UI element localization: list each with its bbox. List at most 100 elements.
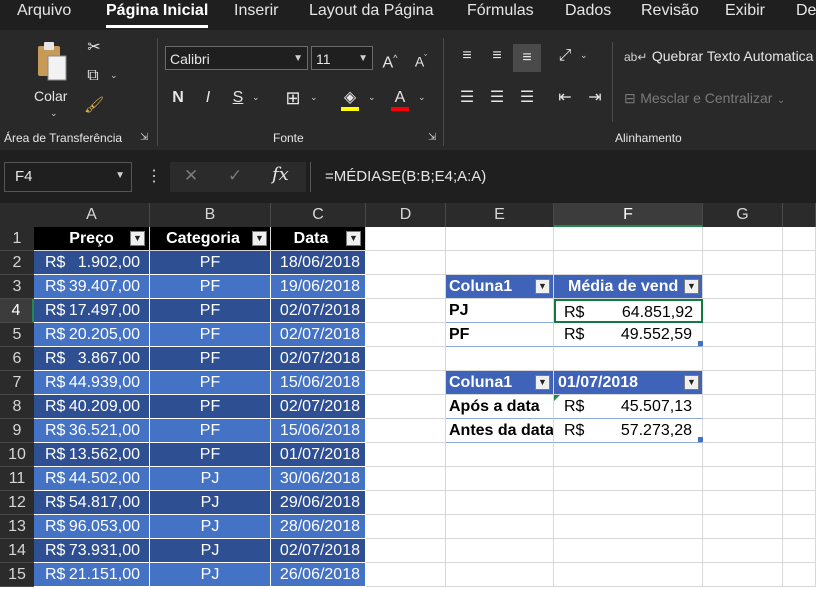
filter-dropdown-icon[interactable]: ▼ [346, 231, 361, 246]
row-header[interactable]: 14 [0, 539, 34, 563]
format-painter-icon[interactable]: 🖌 [84, 96, 104, 116]
grid-cell[interactable] [783, 467, 816, 491]
table3-row-label[interactable]: Antes da data [446, 419, 554, 443]
column-header-b[interactable]: B [150, 203, 271, 227]
column-header-h[interactable] [783, 203, 816, 227]
grid-cell[interactable] [783, 347, 816, 371]
column-header-g[interactable]: G [703, 203, 783, 227]
table1-cell-categoria[interactable]: PF [150, 395, 271, 419]
table1-cell-categoria[interactable]: PJ [150, 563, 271, 587]
table1-cell-categoria[interactable]: PF [150, 371, 271, 395]
merge-center-button[interactable]: ⊟ Mesclar e Centralizar ⌄ [624, 90, 816, 112]
grid-cell[interactable] [783, 563, 816, 587]
grid-cell[interactable] [554, 347, 703, 371]
table1-cell-categoria[interactable]: PJ [150, 491, 271, 515]
bold-button[interactable]: N [168, 88, 188, 108]
grid-cell[interactable] [703, 371, 783, 395]
align-left-icon[interactable]: ☰ [456, 88, 478, 108]
fill-color-dropdown-icon[interactable]: ⌄ [368, 92, 376, 103]
row-header[interactable]: 1 [0, 227, 34, 251]
decrease-font-size-icon[interactable]: Aˇ [410, 48, 432, 72]
table1-cell-data[interactable]: 29/06/2018 [271, 491, 366, 515]
grid-cell[interactable] [783, 491, 816, 515]
clipboard-launcher-icon[interactable]: ⇲ [140, 132, 148, 143]
grid-cell[interactable] [366, 539, 446, 563]
table1-cell-data[interactable]: 02/07/2018 [271, 539, 366, 563]
enter-icon[interactable]: ✓ [228, 166, 242, 186]
underline-dropdown-icon[interactable]: ⌄ [252, 92, 260, 103]
table1-cell-preco[interactable]: R$ 1.902,00 [34, 251, 150, 275]
grid-cell[interactable] [366, 323, 446, 347]
insert-function-icon[interactable]: fx [272, 164, 289, 185]
grid-cell[interactable] [366, 275, 446, 299]
table1-cell-preco[interactable]: R$ 20.205,00 [34, 323, 150, 347]
row-header[interactable]: 11 [0, 467, 34, 491]
table1-cell-categoria[interactable]: PF [150, 251, 271, 275]
table3-row-value[interactable]: R$ 57.273,28 [554, 419, 703, 443]
table1-cell-categoria[interactable]: PF [150, 299, 271, 323]
grid-cell[interactable] [366, 371, 446, 395]
grid-cell[interactable] [554, 539, 703, 563]
tab-revisao[interactable]: Revisão [641, 0, 699, 24]
tab-inserir[interactable]: Inserir [234, 0, 278, 24]
table1-cell-categoria[interactable]: PJ [150, 515, 271, 539]
more-options-icon[interactable]: ⋮ [146, 166, 162, 186]
row-header[interactable]: 2 [0, 251, 34, 275]
table1-cell-categoria[interactable]: PJ [150, 539, 271, 563]
table1-cell-categoria[interactable]: PF [150, 347, 271, 371]
grid-cell[interactable] [703, 491, 783, 515]
underline-button[interactable]: S [228, 88, 248, 108]
table2-row-value[interactable]: R$ 64.851,92 [554, 299, 703, 323]
grid-cell[interactable] [366, 395, 446, 419]
increase-font-size-icon[interactable]: A^ [379, 48, 401, 73]
grid-cell[interactable] [554, 563, 703, 587]
filter-dropdown-icon[interactable]: ▼ [535, 279, 550, 294]
table1-cell-data[interactable]: 19/06/2018 [271, 275, 366, 299]
align-bottom-icon[interactable]: ≡ [513, 44, 541, 72]
row-header[interactable]: 5 [0, 323, 34, 347]
table1-cell-data[interactable]: 18/06/2018 [271, 251, 366, 275]
borders-dropdown-icon[interactable]: ⌄ [310, 92, 318, 103]
table1-cell-categoria[interactable]: PF [150, 323, 271, 347]
grid-cell[interactable] [554, 491, 703, 515]
font-name-combo[interactable]: Calibri ▼ [165, 46, 308, 70]
row-header[interactable]: 4 [0, 299, 34, 323]
table3-header-date[interactable]: 01/07/2018 [554, 371, 703, 395]
grid-cell[interactable] [783, 419, 816, 443]
copy-icon[interactable]: ⧉ [82, 66, 104, 86]
grid-cell[interactable] [366, 347, 446, 371]
name-box[interactable]: F4 ▼ [4, 162, 132, 192]
table-resize-handle[interactable] [698, 437, 703, 442]
table1-cell-preco[interactable]: R$ 17.497,00 [34, 299, 150, 323]
grid-cell[interactable] [703, 563, 783, 587]
table1-cell-preco[interactable]: R$ 44.502,00 [34, 467, 150, 491]
tab-exibir[interactable]: Exibir [725, 0, 765, 24]
table1-cell-data[interactable]: 02/07/2018 [271, 299, 366, 323]
grid-cell[interactable] [446, 347, 554, 371]
grid-cell[interactable] [783, 275, 816, 299]
table1-cell-preco[interactable]: R$ 44.939,00 [34, 371, 150, 395]
grid-cell[interactable] [366, 467, 446, 491]
table1-cell-preco[interactable]: R$ 21.151,00 [34, 563, 150, 587]
decrease-indent-icon[interactable]: ⇤ [554, 88, 576, 108]
grid-cell[interactable] [446, 515, 554, 539]
grid-cell[interactable] [783, 539, 816, 563]
row-header[interactable]: 13 [0, 515, 34, 539]
grid-cell[interactable] [554, 515, 703, 539]
grid-cell[interactable] [446, 227, 554, 251]
cancel-icon[interactable]: ✕ [184, 166, 198, 186]
column-header-d[interactable]: D [366, 203, 446, 227]
grid-cell[interactable] [554, 443, 703, 467]
table1-cell-data[interactable]: 02/07/2018 [271, 347, 366, 371]
cut-icon[interactable]: ✂ [84, 38, 104, 58]
align-middle-icon[interactable]: ≡ [486, 46, 508, 66]
row-header[interactable]: 3 [0, 275, 34, 299]
table2-row-label[interactable]: PJ [446, 299, 554, 323]
grid-cell[interactable] [703, 227, 783, 251]
copy-dropdown-icon[interactable]: ⌄ [110, 70, 118, 81]
row-header[interactable]: 7 [0, 371, 34, 395]
grid-cell[interactable] [366, 443, 446, 467]
borders-icon[interactable]: ⊞ [282, 88, 304, 108]
orientation-dropdown-icon[interactable]: ⌄ [580, 50, 588, 61]
table1-cell-categoria[interactable]: PJ [150, 467, 271, 491]
